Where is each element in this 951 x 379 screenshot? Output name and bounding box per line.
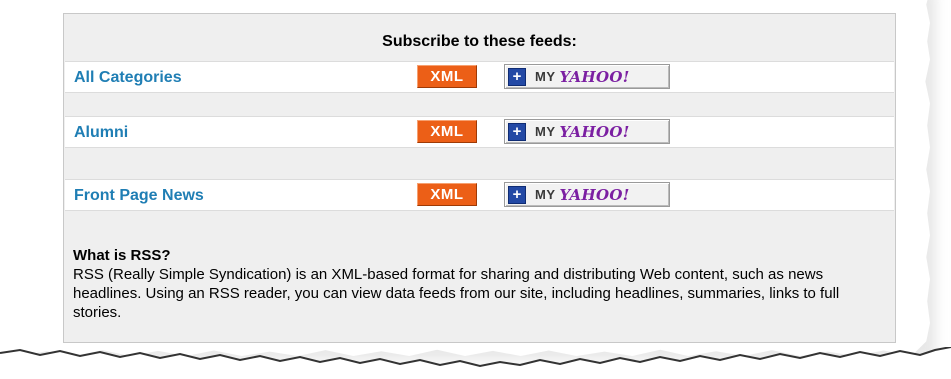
feed-row-alumni: Alumni XML + MY YAHOO! <box>65 116 894 148</box>
my-yahoo-my-label: MY <box>535 69 556 84</box>
yahoo-logo-icon: YAHOO! <box>559 122 630 141</box>
xml-feed-button[interactable]: XML <box>417 120 477 143</box>
my-yahoo-my-label: MY <box>535 187 556 202</box>
what-is-rss-title: What is RSS? <box>73 247 171 264</box>
xml-feed-button[interactable]: XML <box>417 183 477 206</box>
my-yahoo-my-label: MY <box>535 124 556 139</box>
plus-icon: + <box>508 122 526 141</box>
add-to-my-yahoo-button[interactable]: + MY YAHOO! <box>504 119 670 144</box>
plus-icon: + <box>508 67 526 86</box>
xml-feed-button[interactable]: XML <box>417 65 477 88</box>
add-to-my-yahoo-button[interactable]: + MY YAHOO! <box>504 182 670 207</box>
feed-link-front-page-news[interactable]: Front Page News <box>74 187 204 205</box>
feed-panel-heading: Subscribe to these feeds: <box>382 33 577 50</box>
feed-row-front-page-news: Front Page News XML + MY YAHOO! <box>65 179 894 211</box>
what-is-rss-description: RSS (Really Simple Syndication) is an XM… <box>73 266 840 321</box>
rss-feed-panel: Subscribe to these feeds: All Categories… <box>63 13 896 343</box>
plus-icon: + <box>508 185 526 204</box>
yahoo-logo-icon: YAHOO! <box>559 185 630 204</box>
add-to-my-yahoo-button[interactable]: + MY YAHOO! <box>504 64 670 89</box>
torn-paper-edge <box>0 347 951 379</box>
feed-link-alumni[interactable]: Alumni <box>74 124 128 142</box>
what-is-rss-section: What is RSS? RSS (Really Simple Syndicat… <box>73 246 885 322</box>
feed-row-all-categories: All Categories XML + MY YAHOO! <box>65 61 894 93</box>
yahoo-logo-icon: YAHOO! <box>559 67 630 86</box>
feed-link-all-categories[interactable]: All Categories <box>74 69 182 87</box>
